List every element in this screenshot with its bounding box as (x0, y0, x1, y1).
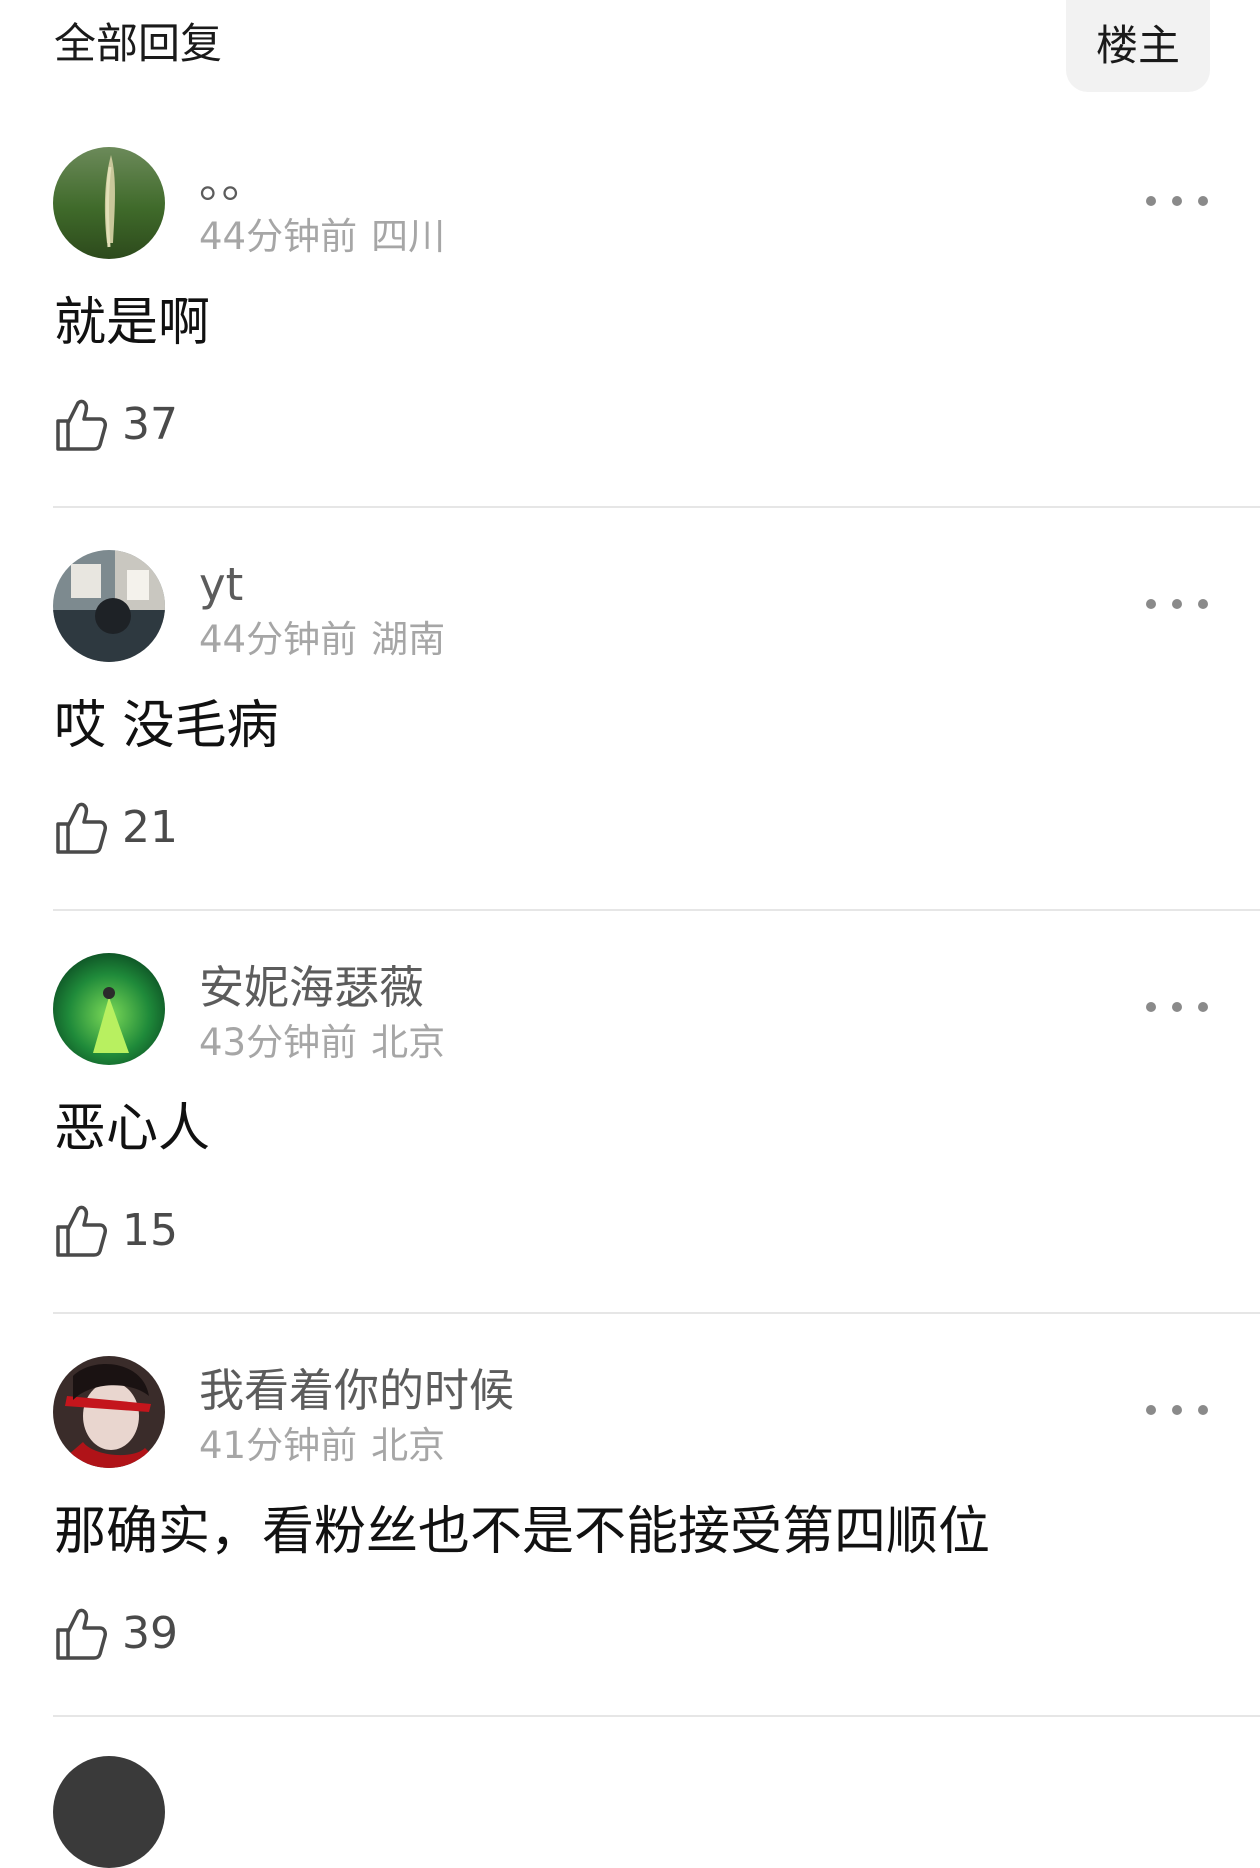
comment-meta: 41分钟前 北京 (199, 1424, 445, 1468)
more-horizontal-icon (1146, 1002, 1156, 1012)
username[interactable]: 我看着你的时候 (199, 1364, 514, 1418)
avatar[interactable] (53, 147, 165, 259)
divider (53, 1312, 1260, 1314)
op-only-filter-button[interactable]: 楼主 (1066, 0, 1210, 92)
page-title: 全部回复 (54, 19, 223, 68)
thumbs-up-icon (56, 802, 107, 854)
comment-item: yt 44分钟前 湖南 哎 没毛病 21 (0, 550, 1260, 953)
comment-time: 44分钟前 (199, 215, 358, 258)
comment-item: 安妮海瑟薇 43分钟前 北京 恶心人 15 (0, 953, 1260, 1356)
more-horizontal-icon (1146, 196, 1156, 206)
divider (53, 506, 1260, 508)
more-horizontal-icon (1146, 599, 1156, 609)
divider (53, 909, 1260, 911)
more-options-button[interactable] (1146, 586, 1208, 622)
comment-text: 那确实，看粉丝也不是不能接受第四顺位 (54, 1502, 991, 1562)
like-button[interactable]: 15 (54, 1203, 178, 1259)
comment-time: 41分钟前 (199, 1424, 358, 1467)
username[interactable]: 。。 (199, 155, 267, 209)
thumbs-up-icon (56, 1608, 107, 1660)
thumbs-up-icon (56, 399, 107, 451)
like-count: 39 (122, 1608, 178, 1659)
like-count: 21 (122, 802, 178, 853)
more-options-button[interactable] (1146, 989, 1208, 1025)
reply-header: 全部回复 楼主 (0, 0, 1260, 100)
comment-location: 四川 (371, 215, 446, 258)
comment-text: 恶心人 (54, 1099, 211, 1159)
like-button[interactable]: 21 (54, 800, 178, 856)
comment-meta: 44分钟前 四川 (199, 215, 445, 259)
comment-time: 44分钟前 (199, 618, 358, 661)
comment-text: 就是啊 (54, 293, 211, 353)
comment-item: 。。 44分钟前 四川 就是啊 37 (0, 147, 1260, 550)
divider (53, 1715, 1260, 1717)
comment-text: 哎 没毛病 (54, 696, 279, 756)
comment-location: 北京 (371, 1424, 446, 1467)
avatar[interactable] (53, 1756, 165, 1868)
comment-meta: 44分钟前 湖南 (199, 618, 445, 662)
comment-item: 我看着你的时候 41分钟前 北京 那确实，看粉丝也不是不能接受第四顺位 39 (0, 1356, 1260, 1759)
avatar[interactable] (53, 550, 165, 662)
avatar[interactable] (53, 953, 165, 1065)
comment-location: 北京 (371, 1021, 446, 1064)
username[interactable]: 安妮海瑟薇 (199, 961, 424, 1015)
more-options-button[interactable] (1146, 1392, 1208, 1428)
comment-location: 湖南 (371, 618, 446, 661)
more-horizontal-icon (1146, 1405, 1156, 1415)
comment-meta: 43分钟前 北京 (199, 1021, 445, 1065)
comment-time: 43分钟前 (199, 1021, 358, 1064)
avatar[interactable] (53, 1356, 165, 1468)
more-options-button[interactable] (1146, 183, 1208, 219)
username[interactable]: yt (199, 558, 243, 612)
like-count: 15 (122, 1205, 178, 1256)
like-count: 37 (122, 399, 178, 450)
thumbs-up-icon (56, 1205, 107, 1257)
like-button[interactable]: 37 (54, 397, 178, 453)
like-button[interactable]: 39 (54, 1606, 178, 1662)
